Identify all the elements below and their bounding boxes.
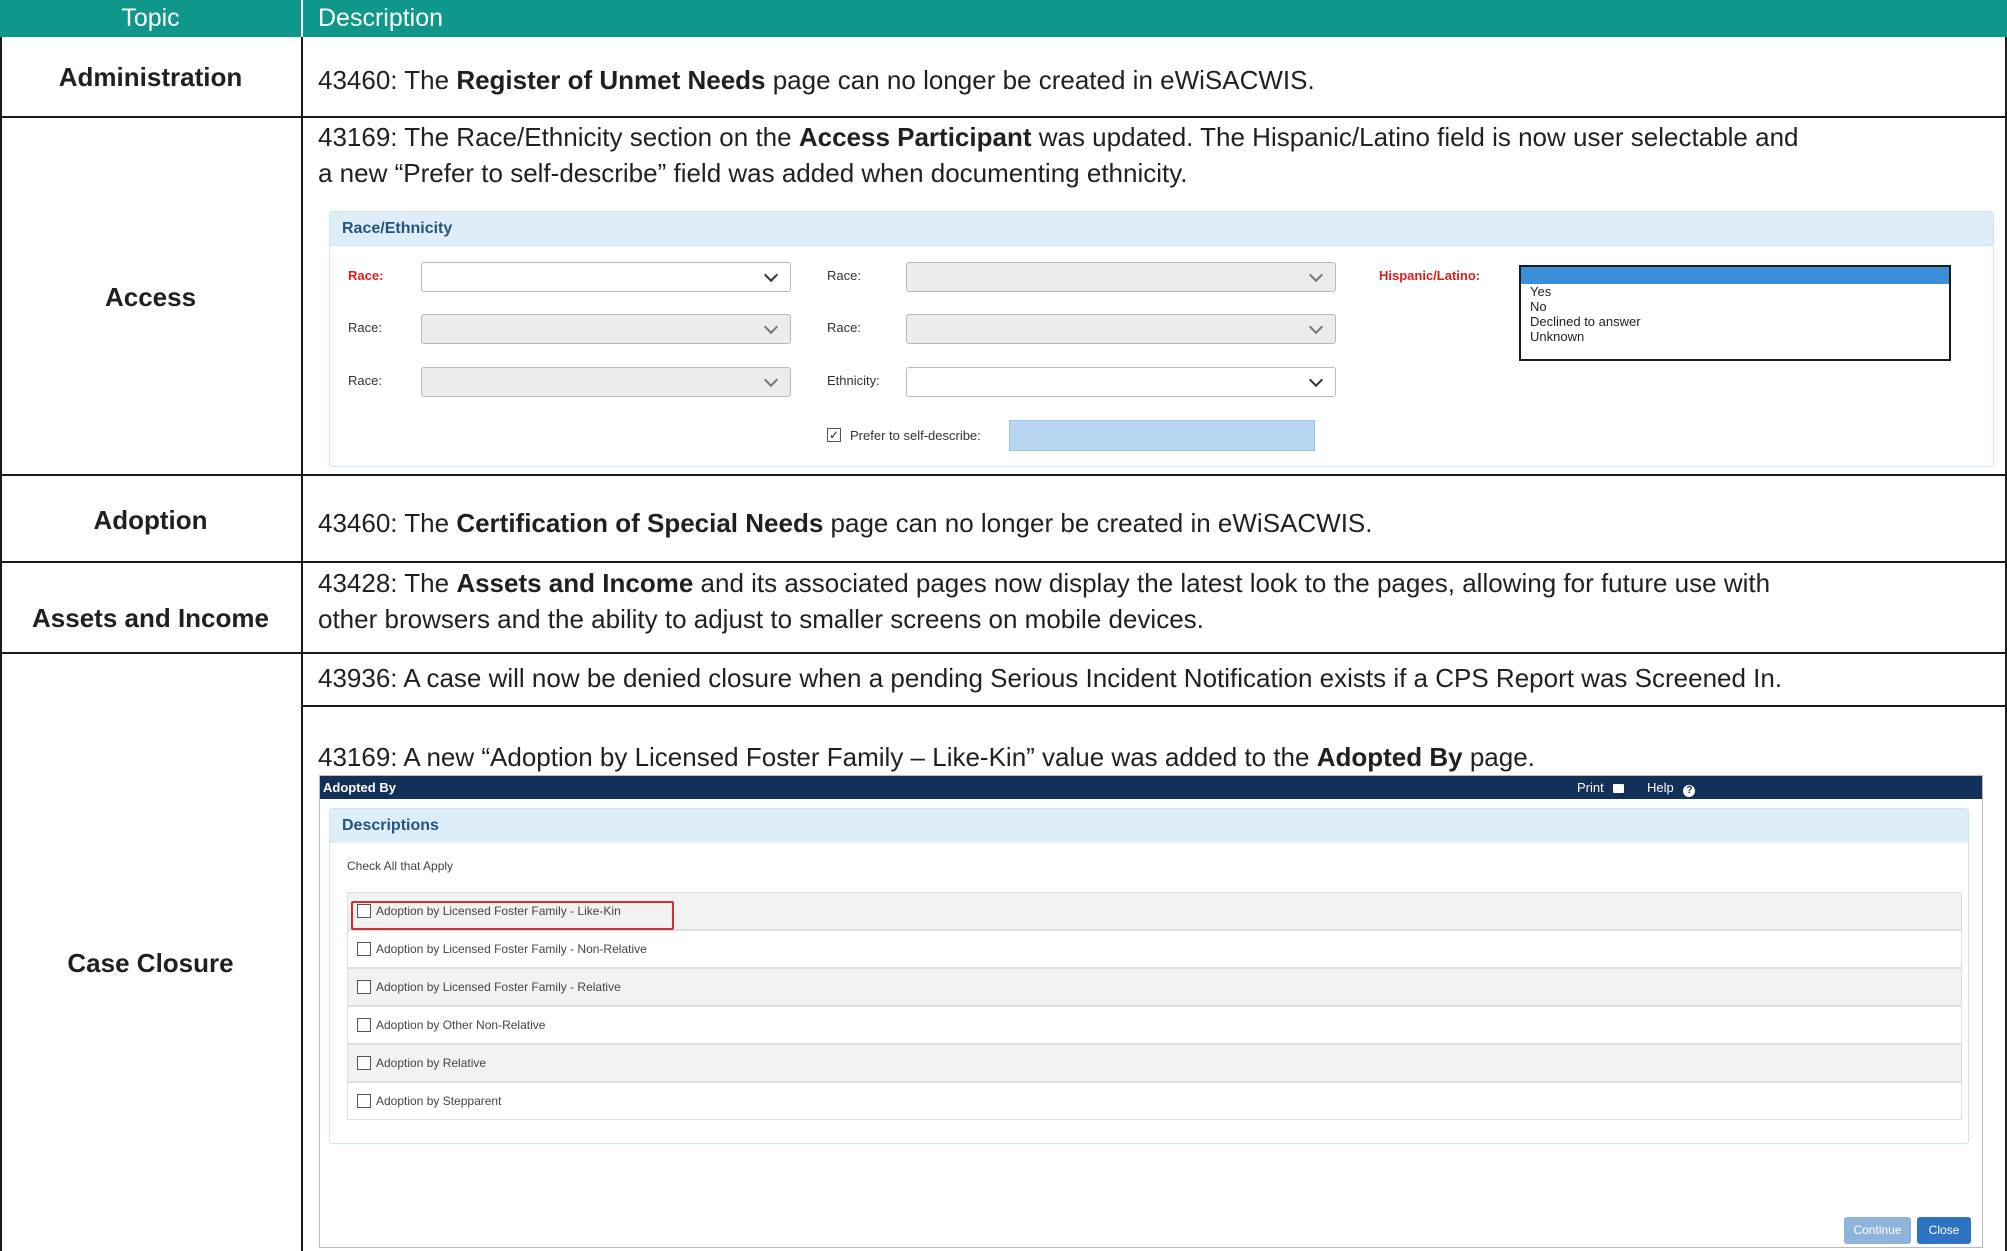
- row-topic: Administration: [58, 62, 243, 92]
- listbox-option[interactable]: No: [1521, 299, 1949, 314]
- ethnicity-select[interactable]: [906, 367, 1336, 397]
- list-item[interactable]: Adoption by Other Non-Relative: [347, 1006, 1962, 1044]
- listbox-option[interactable]: Declined to answer: [1521, 314, 1949, 329]
- chevron-down-icon: [1308, 267, 1324, 283]
- table-header: Topic Description: [0, 0, 2007, 37]
- descriptions-panel: Descriptions Check All that Apply Adopti…: [329, 808, 1969, 1144]
- race-label: Race:: [827, 320, 861, 335]
- desc-text: 43460: The: [318, 508, 457, 538]
- race-label-required: Race:: [348, 268, 384, 283]
- race-select-5[interactable]: [421, 367, 791, 397]
- header-topic: Topic: [121, 4, 180, 32]
- help-link[interactable]: Help ?: [1647, 776, 1696, 799]
- race-ethnicity-title: Race/Ethnicity: [330, 212, 1993, 246]
- checkbox[interactable]: [357, 1094, 371, 1108]
- list-item[interactable]: Adoption by Stepparent: [347, 1082, 1962, 1120]
- descriptions-title: Descriptions: [330, 809, 1968, 843]
- listbox-option[interactable]: Unknown: [1521, 329, 1949, 344]
- chevron-down-icon: [1308, 372, 1324, 388]
- desc-page-name: Assets and Income: [456, 568, 694, 598]
- row-description: 43460: The Register of Unmet Needs page …: [318, 62, 1315, 98]
- self-describe-input[interactable]: [1009, 420, 1315, 451]
- race-label: Race:: [348, 373, 382, 388]
- item-label: Adoption by Other Non-Relative: [376, 1018, 546, 1032]
- race-select-4[interactable]: [906, 314, 1336, 344]
- release-notes-table: Topic Description Administration 43460: …: [0, 0, 2007, 1251]
- list-item[interactable]: Adoption by Licensed Foster Family - Rel…: [347, 968, 1962, 1006]
- chevron-down-icon: [763, 319, 779, 335]
- item-label: Adoption by Stepparent: [376, 1094, 502, 1108]
- check-all-label: Check All that Apply: [347, 859, 454, 873]
- row-description: 43428: The Assets and Income and its ass…: [318, 565, 1770, 637]
- help-label: Help: [1647, 780, 1674, 795]
- ethnicity-label: Ethnicity:: [827, 373, 880, 388]
- highlight-box: [351, 901, 674, 930]
- row-description: 43169: A new “Adoption by Licensed Foste…: [318, 739, 1535, 775]
- close-button[interactable]: Close: [1917, 1217, 1971, 1244]
- desc-page-name: Adopted By: [1316, 742, 1463, 772]
- window-title-bar: Adopted By: [320, 776, 1982, 799]
- printer-icon: [1613, 784, 1625, 793]
- hispanic-latino-label: Hispanic/Latino:: [1379, 268, 1481, 283]
- race-select-3[interactable]: [421, 314, 791, 344]
- desc-text: other browsers and the ability to adjust…: [318, 604, 1204, 634]
- list-item[interactable]: Adoption by Relative: [347, 1044, 1962, 1082]
- row-description: 43936: A case will now be denied closure…: [318, 663, 1783, 693]
- desc-text: 43169: The Race/Ethnicity section on the: [318, 122, 799, 152]
- header-description: Description: [318, 4, 444, 32]
- adopted-by-window: Adopted By Print Help ? Descriptions Che…: [319, 775, 1983, 1248]
- race-label: Race:: [348, 320, 382, 335]
- row-topic: Adoption: [93, 505, 208, 535]
- header-divider: [301, 0, 303, 37]
- chevron-down-icon: [763, 267, 779, 283]
- chevron-down-icon: [763, 372, 779, 388]
- checkbox[interactable]: [357, 1018, 371, 1032]
- print-link[interactable]: Print: [1577, 776, 1625, 799]
- desc-page-name: Certification of Special Needs: [456, 508, 824, 538]
- listbox-option[interactable]: Yes: [1521, 284, 1949, 299]
- desc-text: was updated. The Hispanic/Latino field i…: [1031, 122, 1799, 152]
- self-describe-label: Prefer to self-describe:: [850, 428, 981, 443]
- question-circle-icon: ?: [1683, 785, 1696, 797]
- desc-text: 43460: The: [318, 65, 457, 95]
- desc-text: page.: [1462, 742, 1535, 772]
- checkbox[interactable]: [357, 942, 371, 956]
- desc-text: a new “Prefer to self-describe” field wa…: [318, 158, 1188, 188]
- item-label: Adoption by Licensed Foster Family - Non…: [376, 942, 647, 956]
- checkbox[interactable]: [357, 980, 371, 994]
- race-select-1[interactable]: [421, 262, 791, 292]
- desc-page-name: Access Participant: [798, 122, 1032, 152]
- checkbox[interactable]: [357, 1056, 371, 1070]
- desc-text: 43169: A new “Adoption by Licensed Foste…: [318, 742, 1317, 772]
- row-description: 43169: The Race/Ethnicity section on the…: [318, 119, 1799, 191]
- race-label: Race:: [827, 268, 861, 283]
- self-describe-checkbox[interactable]: ✓: [827, 428, 841, 442]
- sub-row-divider: [303, 705, 2005, 707]
- desc-page-name: Register of Unmet Needs: [456, 65, 766, 95]
- list-item[interactable]: Adoption by Licensed Foster Family - Non…: [347, 930, 1962, 968]
- race-select-2[interactable]: [906, 262, 1336, 292]
- continue-button[interactable]: Continue: [1844, 1217, 1911, 1244]
- print-label: Print: [1577, 780, 1604, 795]
- row-topic: Access: [104, 282, 197, 312]
- row-description: 43460: The Certification of Special Need…: [318, 505, 1372, 541]
- listbox-selected-option[interactable]: [1521, 267, 1949, 284]
- desc-text: 43428: The: [318, 568, 457, 598]
- row-topic: Case Closure: [67, 948, 234, 978]
- desc-text: page can no longer be created in eWiSACW…: [823, 508, 1373, 538]
- window-title: Adopted By: [323, 780, 396, 795]
- chevron-down-icon: [1308, 319, 1324, 335]
- desc-text: and its associated pages now display the…: [693, 568, 1771, 598]
- row-topic: Assets and Income: [32, 603, 269, 633]
- desc-text: page can no longer be created in eWiSACW…: [765, 65, 1315, 95]
- hispanic-latino-listbox[interactable]: Yes No Declined to answer Unknown: [1519, 265, 1951, 361]
- item-label: Adoption by Licensed Foster Family - Rel…: [376, 980, 621, 994]
- item-label: Adoption by Relative: [376, 1056, 487, 1070]
